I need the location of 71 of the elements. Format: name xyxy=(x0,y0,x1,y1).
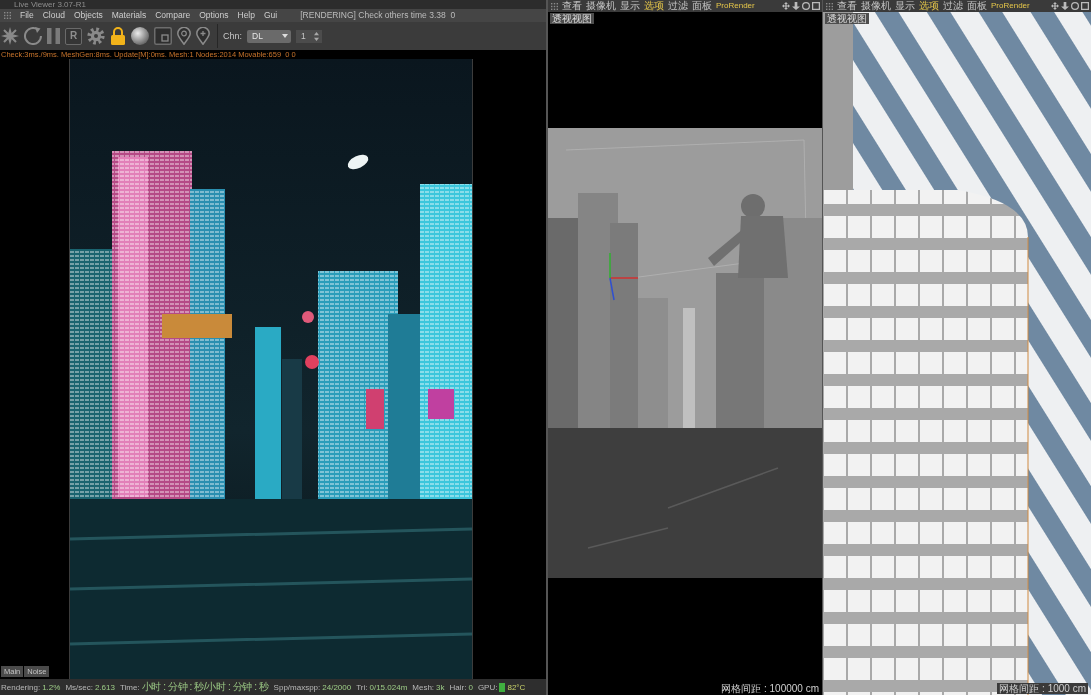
menu-item[interactable]: 显示 xyxy=(895,0,915,12)
status-label: Rendering: xyxy=(1,682,41,692)
menu-item[interactable]: 面板 xyxy=(692,0,712,12)
menu-item[interactable]: 查看 xyxy=(837,0,857,12)
r-button[interactable]: R xyxy=(65,27,82,45)
gpu-meter-icon xyxy=(499,682,506,692)
status-value: 小时 : 分钟 : 秒/小时 : 分钟 : 秒 xyxy=(141,680,269,694)
menu-item[interactable]: Cloud xyxy=(42,10,65,21)
status-label: GPU: xyxy=(477,682,498,692)
menu-item[interactable]: 查看 xyxy=(562,0,582,12)
menu-item[interactable]: ProRender xyxy=(991,0,1030,12)
pause-icon[interactable] xyxy=(47,28,60,44)
menu-item[interactable]: Materials xyxy=(111,10,147,21)
rotate-icon[interactable] xyxy=(1071,2,1079,10)
render-status-text: [RENDERING] Check others time 3.38 0 xyxy=(300,10,456,21)
menu-item[interactable]: Compare xyxy=(155,10,191,21)
status-value: 1.2% xyxy=(42,682,61,692)
menu-item[interactable]: ProRender xyxy=(716,0,755,12)
window-title: Live Viewer 3.07-R1 xyxy=(14,0,86,9)
grip-icon[interactable] xyxy=(4,12,11,19)
move-icon[interactable] xyxy=(1051,2,1059,10)
status-label: Spp/maxspp: xyxy=(273,682,321,692)
menu-item[interactable]: Objects xyxy=(73,10,103,21)
menu-item[interactable]: Options xyxy=(199,10,229,21)
menu-item[interactable]: Help xyxy=(237,10,255,21)
status-value: 0/15.024m xyxy=(369,682,408,692)
move-icon[interactable] xyxy=(782,2,790,10)
menu-item[interactable]: 面板 xyxy=(967,0,987,12)
map-pin-icon[interactable] xyxy=(177,27,191,45)
menu-item[interactable]: 显示 xyxy=(620,0,640,12)
menu-item[interactable]: 摄像机 xyxy=(861,0,891,12)
caret-icon xyxy=(282,34,288,38)
down-arrow-icon[interactable] xyxy=(1061,2,1069,10)
starburst-icon[interactable] xyxy=(1,27,19,45)
gear-icon[interactable] xyxy=(87,27,105,45)
spinner-arrows-icon[interactable] xyxy=(314,31,319,41)
status-label: Hair: xyxy=(449,682,467,692)
status-label: Ms/sec: xyxy=(65,682,93,692)
maximize-icon[interactable] xyxy=(812,2,820,10)
menu-item[interactable]: 过滤 xyxy=(668,0,688,12)
channel-dropdown[interactable]: DL xyxy=(247,29,291,43)
status-label: Tri: xyxy=(356,682,368,692)
sphere-icon[interactable] xyxy=(131,27,149,45)
viewport-title[interactable]: 透视视图 xyxy=(825,13,869,24)
grip-icon[interactable] xyxy=(551,2,558,10)
grid-spacing-label: 网格间距 : 1000 cm xyxy=(997,683,1088,694)
menu-item[interactable]: 选项 xyxy=(919,0,939,12)
status-label: Mesh: xyxy=(412,682,435,692)
map-pin-icon[interactable] xyxy=(196,27,210,45)
menu-item[interactable]: 过滤 xyxy=(943,0,963,12)
frame-icon[interactable] xyxy=(154,27,172,45)
menu-item[interactable]: File xyxy=(20,10,34,21)
channel-label: Chn: xyxy=(223,31,242,41)
grip-icon[interactable] xyxy=(826,2,833,10)
down-arrow-icon[interactable] xyxy=(792,2,800,10)
viewport-title[interactable]: 透视视图 xyxy=(550,13,594,24)
status-value: 24/2000 xyxy=(322,682,352,692)
grid-spacing-label: 网格间距 : 100000 cm xyxy=(721,683,819,694)
status-value: 3k xyxy=(436,682,445,692)
maximize-icon[interactable] xyxy=(1081,2,1089,10)
status-label: Time: xyxy=(119,682,140,692)
menu-item[interactable]: Gui xyxy=(264,10,278,21)
lock-icon[interactable] xyxy=(110,27,126,45)
menu-item[interactable]: 选项 xyxy=(644,0,664,12)
status-value: 82°C xyxy=(507,682,526,692)
rotate-icon[interactable] xyxy=(802,2,810,10)
status-value: 0 xyxy=(468,682,473,692)
status-value: 2.613 xyxy=(94,682,115,692)
number-field[interactable]: 1 xyxy=(296,29,322,43)
refresh-icon[interactable] xyxy=(24,27,42,45)
menu-item[interactable]: 摄像机 xyxy=(586,0,616,12)
